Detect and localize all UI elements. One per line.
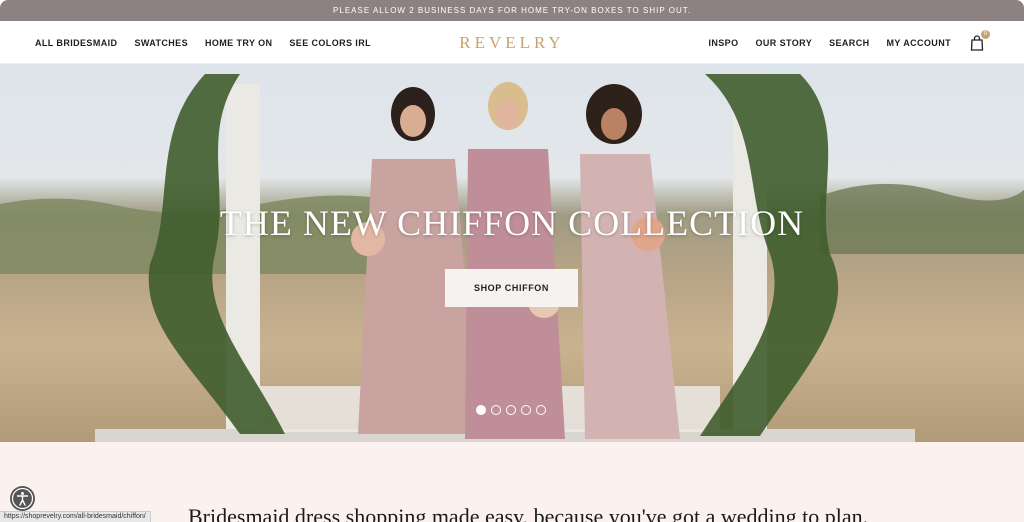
nav-our-story[interactable]: OUR STORY (755, 38, 812, 48)
accessibility-button[interactable] (10, 486, 35, 511)
site-logo[interactable]: REVELRY (459, 33, 564, 52)
nav-my-account[interactable]: MY ACCOUNT (887, 38, 952, 48)
site-header: ALL BRIDESMAID SWATCHES HOME TRY ON SEE … (0, 21, 1024, 64)
carousel-dot-2[interactable] (491, 405, 501, 415)
cart-button[interactable]: 0 (970, 29, 990, 51)
hero-banner[interactable]: THE NEW CHIFFON COLLECTION SHOP CHIFFON (0, 64, 1024, 442)
nav-swatches[interactable]: SWATCHES (134, 38, 188, 48)
link-status-url: https://shoprevelry.com/all-bridesmaid/c… (0, 511, 151, 522)
hero-image (0, 74, 1024, 442)
shop-chiffon-button[interactable]: SHOP CHIFFON (445, 269, 578, 307)
intro-tagline: Bridesmaid dress shopping made easy, bec… (188, 504, 869, 522)
carousel-dot-5[interactable] (536, 405, 546, 415)
announcement-bar: PLEASE ALLOW 2 BUSINESS DAYS FOR HOME TR… (0, 0, 1024, 21)
cart-count-badge: 0 (981, 29, 990, 39)
nav-inspo[interactable]: INSPO (708, 38, 738, 48)
hero-title: THE NEW CHIFFON COLLECTION (219, 203, 805, 243)
nav-search[interactable]: SEARCH (829, 38, 869, 48)
carousel-pagination (476, 405, 546, 415)
nav-home-try-on[interactable]: HOME TRY ON (205, 38, 272, 48)
nav-see-colors-irl[interactable]: SEE COLORS IRL (289, 38, 371, 48)
carousel-dot-4[interactable] (521, 405, 531, 415)
secondary-nav: INSPO OUR STORY SEARCH MY ACCOUNT 0 (708, 21, 990, 64)
primary-nav: ALL BRIDESMAID SWATCHES HOME TRY ON SEE … (35, 21, 371, 64)
intro-section: Bridesmaid dress shopping made easy, bec… (0, 442, 1024, 522)
carousel-dot-3[interactable] (506, 405, 516, 415)
carousel-dot-1[interactable] (476, 405, 486, 415)
nav-all-bridesmaid[interactable]: ALL BRIDESMAID (35, 38, 117, 48)
accessibility-icon (11, 487, 34, 510)
